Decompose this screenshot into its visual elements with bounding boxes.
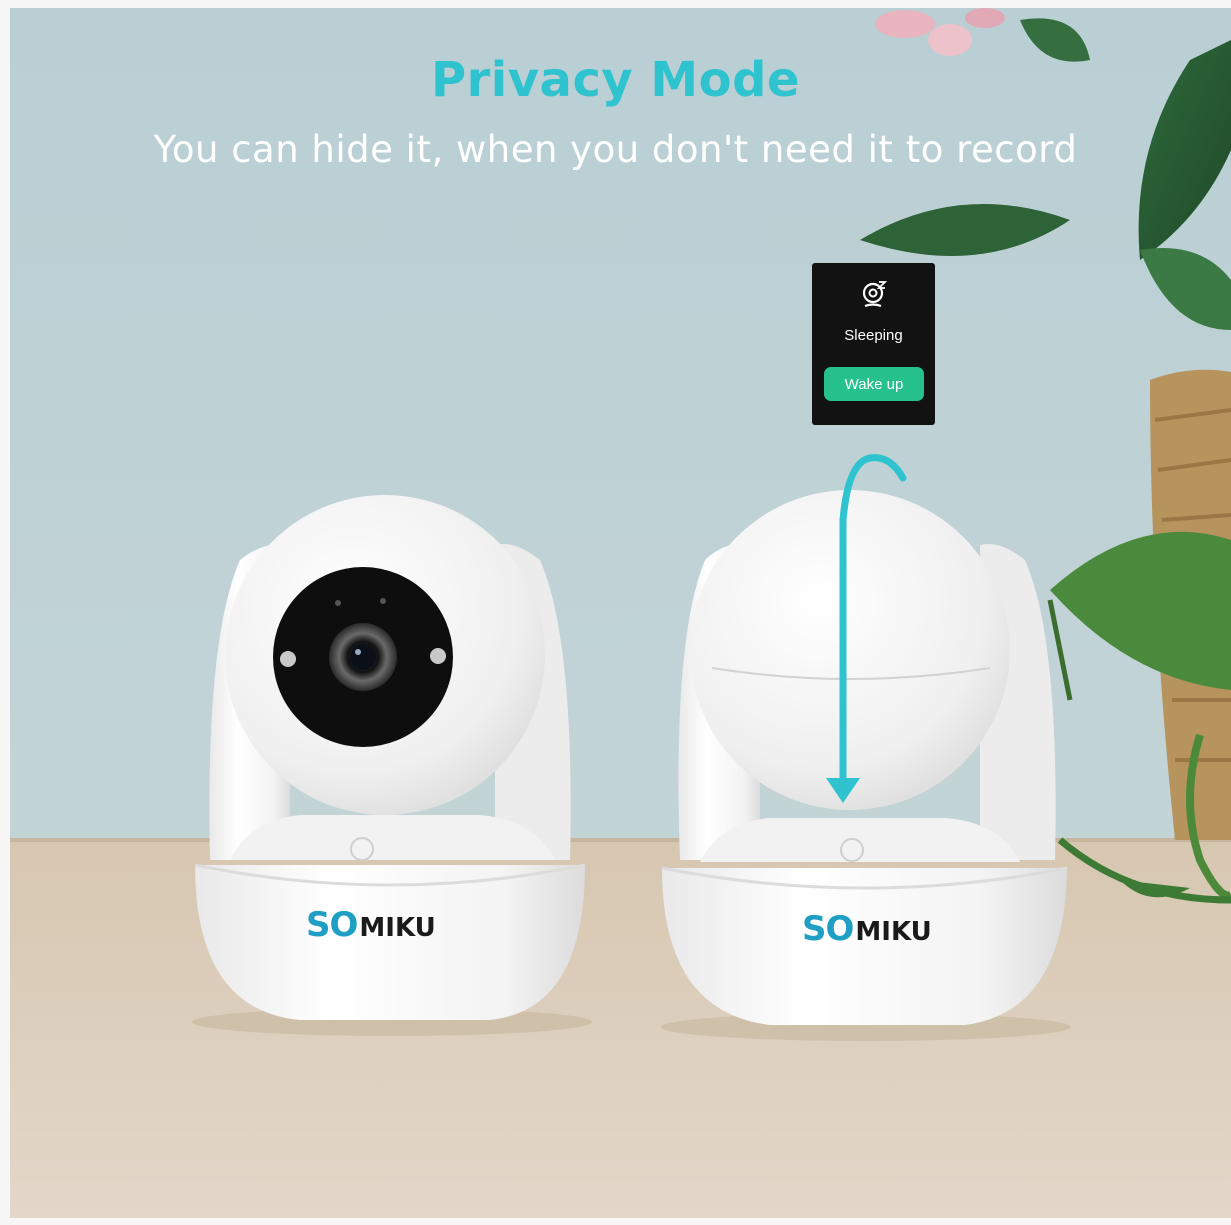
headline: Privacy Mode <box>430 52 801 108</box>
brand-mark: SO <box>306 905 358 945</box>
app-sleep-popup: Sleeping Wake up <box>812 263 935 425</box>
product-photo <box>0 0 1231 1225</box>
brand-logo-right: SO MIKU <box>802 909 932 949</box>
sleeping-status: Sleeping <box>844 327 903 344</box>
brand-word: MIKU <box>359 913 436 943</box>
wake-up-button[interactable]: Wake up <box>824 367 924 401</box>
brand-logo-left: SO MIKU <box>306 905 436 945</box>
brand-mark: SO <box>802 909 854 949</box>
brand-word: MIKU <box>855 917 932 947</box>
sleeping-camera-icon <box>862 281 887 308</box>
subheadline: You can hide it, when you don't need it … <box>153 128 1078 171</box>
